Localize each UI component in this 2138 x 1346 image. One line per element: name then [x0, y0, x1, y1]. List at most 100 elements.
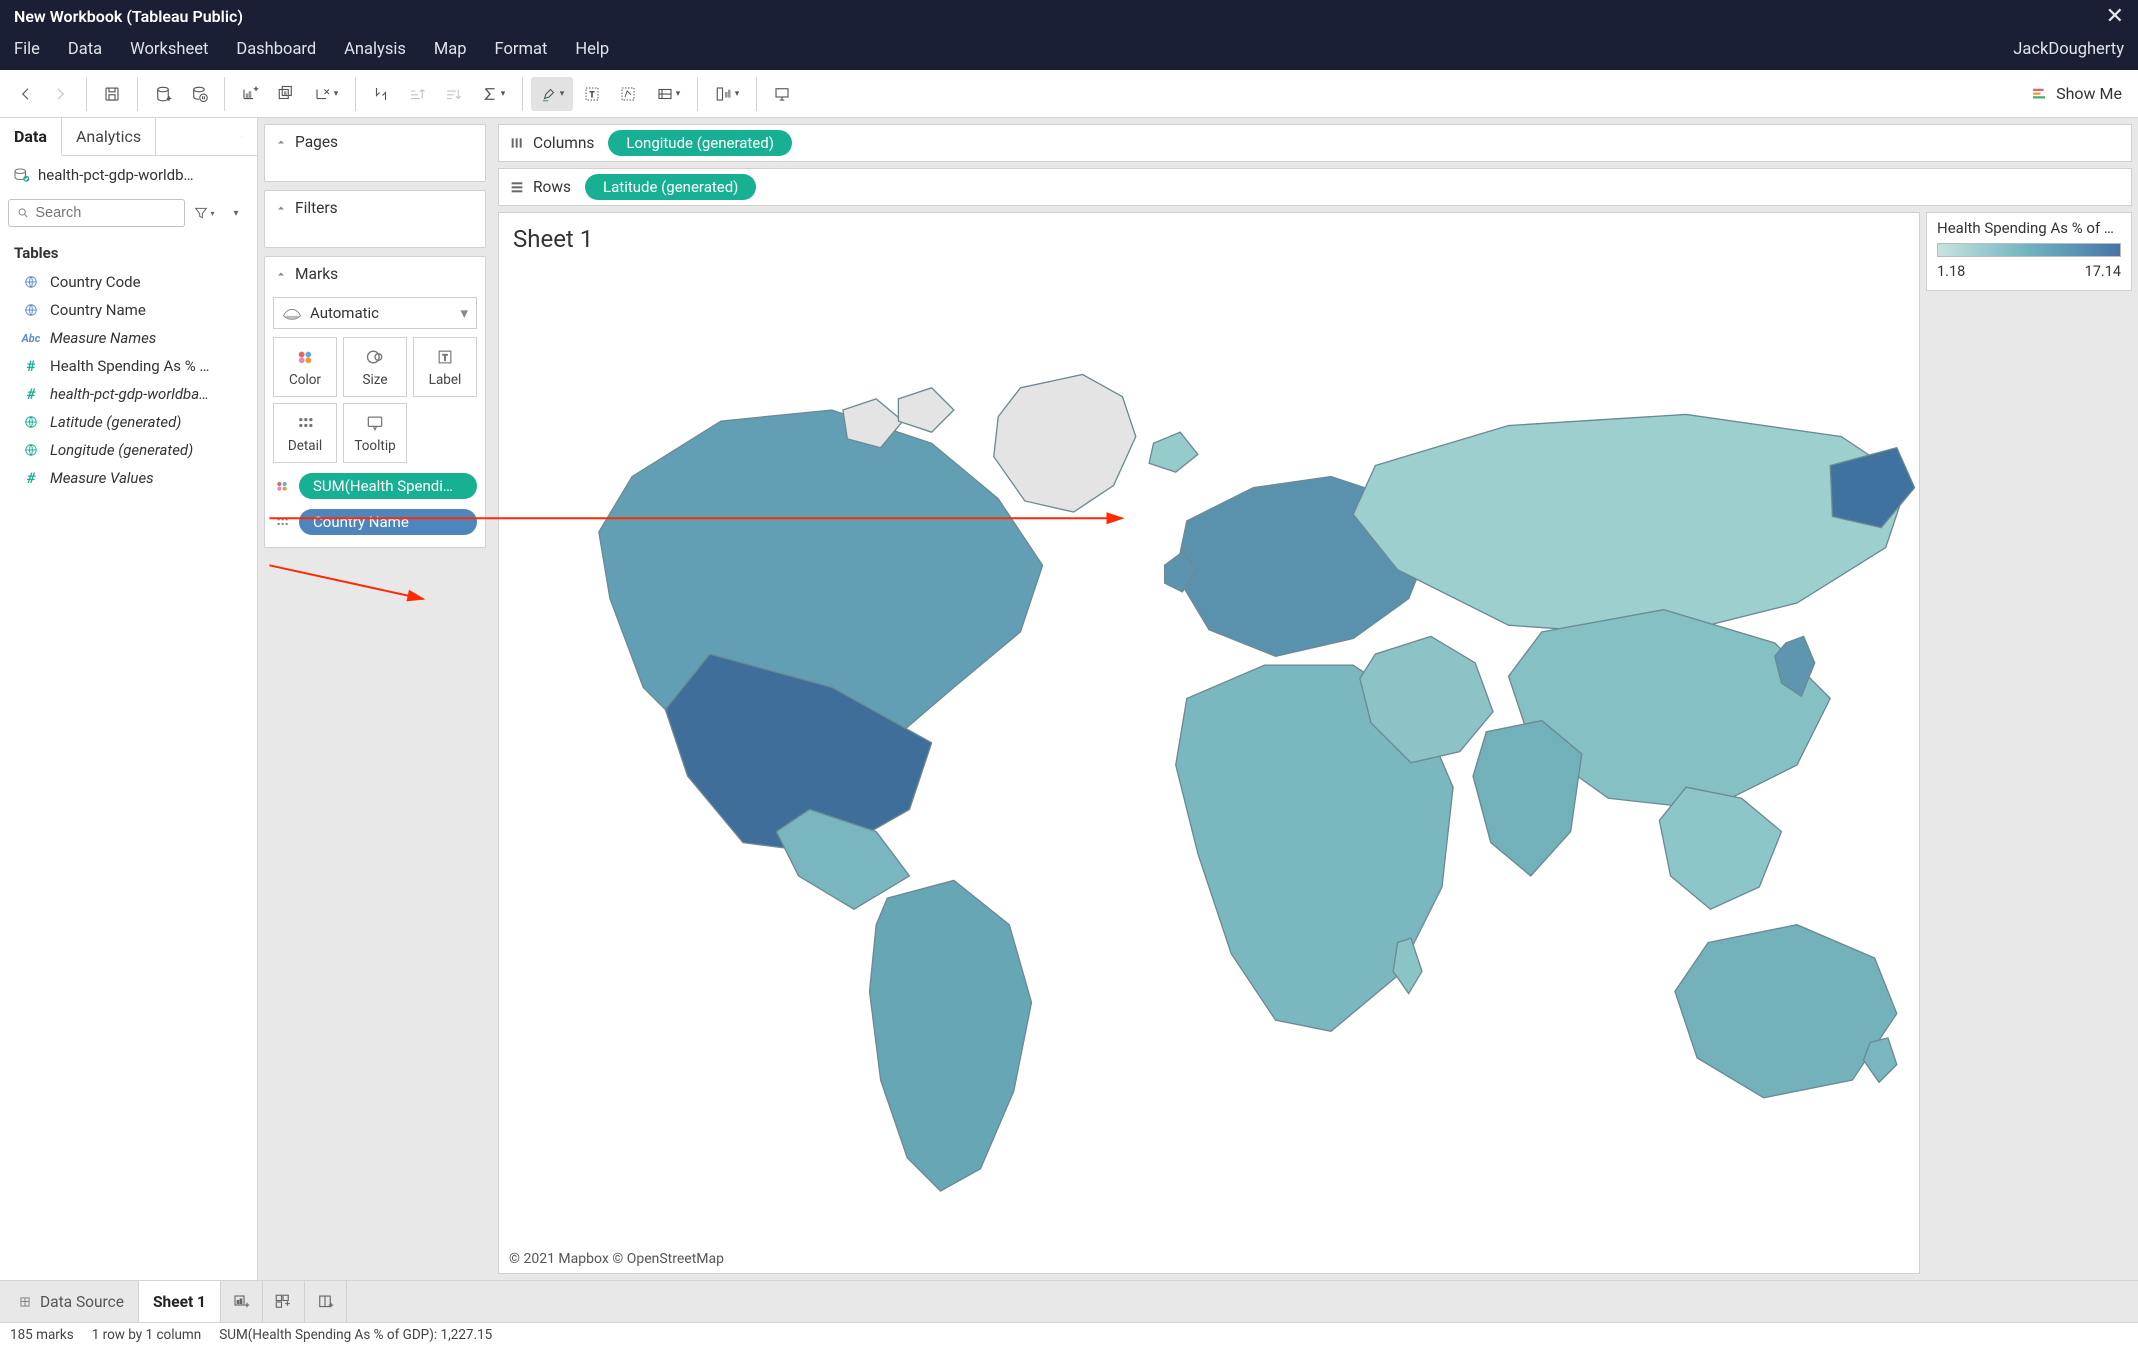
- status-rows-cols: 1 row by 1 column: [92, 1327, 202, 1343]
- marks-size-label: Size: [362, 372, 387, 388]
- save-button[interactable]: [95, 77, 129, 111]
- new-story-tab[interactable]: [305, 1281, 347, 1322]
- search-input-wrapper[interactable]: [8, 199, 185, 227]
- sheet-tab-1[interactable]: Sheet 1: [139, 1281, 221, 1322]
- filters-shelf[interactable]: Filters: [264, 190, 486, 248]
- world-map[interactable]: © 2021 Mapbox © OpenStreetMap: [499, 257, 1919, 1273]
- toolbar-separator: [697, 77, 698, 111]
- tab-analytics[interactable]: Analytics: [62, 118, 156, 155]
- menu-help[interactable]: Help: [575, 40, 609, 59]
- annotate-button[interactable]: [611, 77, 645, 111]
- color-legend[interactable]: Health Spending As % of … 1.18 17.14: [1926, 212, 2132, 291]
- tab-data[interactable]: Data: [0, 118, 62, 156]
- field-measure-names[interactable]: Abc Measure Names: [0, 324, 257, 352]
- user-name[interactable]: JackDougherty: [2013, 40, 2124, 59]
- globe-icon: [22, 443, 40, 457]
- filter-fields-button[interactable]: ▾: [191, 198, 217, 228]
- search-row: ▾ ▾: [0, 194, 257, 238]
- marks-label-button[interactable]: T Label: [413, 337, 477, 397]
- menu-map[interactable]: Map: [434, 40, 467, 59]
- pages-title: Pages: [295, 133, 338, 151]
- highlight-button[interactable]: ▾: [531, 77, 573, 111]
- new-worksheet-button[interactable]: [233, 77, 267, 111]
- menu-analysis[interactable]: Analysis: [344, 40, 406, 59]
- pages-shelf[interactable]: Pages: [264, 124, 486, 182]
- marks-size-button[interactable]: Size: [343, 337, 407, 397]
- columns-icon: [509, 135, 525, 151]
- pause-auto-update-button[interactable]: [182, 77, 216, 111]
- close-icon[interactable]: ✕: [2106, 4, 2124, 29]
- size-icon: [365, 346, 385, 368]
- marks-tooltip-button[interactable]: Tooltip: [343, 403, 407, 463]
- back-button[interactable]: [8, 77, 42, 111]
- rows-pill[interactable]: Latitude (generated): [585, 174, 756, 200]
- field-longitude[interactable]: Longitude (generated): [0, 436, 257, 464]
- sort-asc-button[interactable]: [400, 77, 434, 111]
- caret-up-icon: [275, 202, 287, 214]
- totals-button[interactable]: ▾: [472, 77, 514, 111]
- workbook-title: New Workbook (Tableau Public): [14, 7, 243, 26]
- detail-icon: [273, 514, 291, 530]
- toolbar-separator: [224, 77, 225, 111]
- caret-up-icon: [275, 136, 287, 148]
- field-latitude[interactable]: Latitude (generated): [0, 408, 257, 436]
- field-label: Health Spending As % …: [50, 357, 209, 375]
- rows-shelf[interactable]: Rows Latitude (generated): [498, 168, 2132, 206]
- field-label: health-pct-gdp-worldba…: [50, 385, 209, 403]
- sheet-title[interactable]: Sheet 1: [499, 213, 1919, 257]
- collapse-pane-button[interactable]: [227, 118, 257, 155]
- presentation-mode-button[interactable]: [765, 77, 799, 111]
- globe-icon: [22, 303, 40, 317]
- datasource-row[interactable]: health-pct-gdp-worldb…: [0, 156, 257, 194]
- new-worksheet-tab[interactable]: [221, 1281, 263, 1322]
- duplicate-sheet-button[interactable]: [269, 77, 303, 111]
- marks-detail-label: Detail: [288, 438, 322, 454]
- data-source-tab[interactable]: Data Source: [4, 1281, 139, 1322]
- filters-title: Filters: [295, 199, 338, 217]
- marks-title: Marks: [295, 265, 338, 283]
- swap-rows-cols-button[interactable]: [364, 77, 398, 111]
- field-count[interactable]: # health-pct-gdp-worldba…: [0, 380, 257, 408]
- menu-dashboard[interactable]: Dashboard: [236, 40, 316, 59]
- view-options-button[interactable]: ▾: [223, 198, 249, 228]
- encoding-detail-row[interactable]: Country Name: [273, 509, 477, 535]
- show-labels-button[interactable]: T: [575, 77, 609, 111]
- encoding-pill[interactable]: Country Name: [299, 509, 477, 535]
- new-datasource-button[interactable]: [146, 77, 180, 111]
- field-country-name[interactable]: Country Name: [0, 296, 257, 324]
- map-attribution: © 2021 Mapbox © OpenStreetMap: [509, 1251, 724, 1267]
- show-hide-cards-button[interactable]: ▾: [706, 77, 748, 111]
- field-measure-values[interactable]: # Measure Values: [0, 464, 257, 492]
- field-country-code[interactable]: Country Code: [0, 268, 257, 296]
- marks-label-label: Label: [429, 372, 462, 388]
- clear-sheet-button[interactable]: ▾: [305, 77, 347, 111]
- show-me-icon: [2030, 85, 2048, 103]
- marks-detail-button[interactable]: Detail: [273, 403, 337, 463]
- viz-area: Columns Longitude (generated) Rows Latit…: [492, 118, 2138, 1280]
- sheet-canvas[interactable]: Sheet 1: [498, 212, 1920, 1274]
- sort-desc-button[interactable]: [436, 77, 470, 111]
- forward-button[interactable]: [44, 77, 78, 111]
- columns-pill[interactable]: Longitude (generated): [608, 130, 792, 156]
- field-label: Latitude (generated): [50, 413, 181, 431]
- search-input[interactable]: [35, 205, 176, 221]
- marks-type-dropdown[interactable]: Automatic ▾: [273, 297, 477, 329]
- menu-format[interactable]: Format: [495, 40, 548, 59]
- encoding-pill[interactable]: SUM(Health Spendi…: [299, 473, 477, 499]
- fit-button[interactable]: ▾: [647, 77, 689, 111]
- new-dashboard-tab[interactable]: [263, 1281, 305, 1322]
- field-health-spending[interactable]: # Health Spending As % …: [0, 352, 257, 380]
- menu-file[interactable]: File: [14, 40, 40, 59]
- detail-icon: [295, 412, 315, 434]
- show-me-button[interactable]: Show Me: [2022, 80, 2130, 107]
- columns-shelf[interactable]: Columns Longitude (generated): [498, 124, 2132, 162]
- legend-min: 1.18: [1937, 263, 1965, 280]
- marks-color-button[interactable]: Color: [273, 337, 337, 397]
- menu-worksheet[interactable]: Worksheet: [130, 40, 208, 59]
- color-icon: [295, 346, 315, 368]
- menubar: File Data Worksheet Dashboard Analysis M…: [0, 32, 2138, 70]
- svg-text:T: T: [443, 353, 448, 363]
- sheet-tab-bar: Data Source Sheet 1: [0, 1280, 2138, 1322]
- encoding-color-row[interactable]: SUM(Health Spendi…: [273, 473, 477, 499]
- menu-data[interactable]: Data: [68, 40, 102, 59]
